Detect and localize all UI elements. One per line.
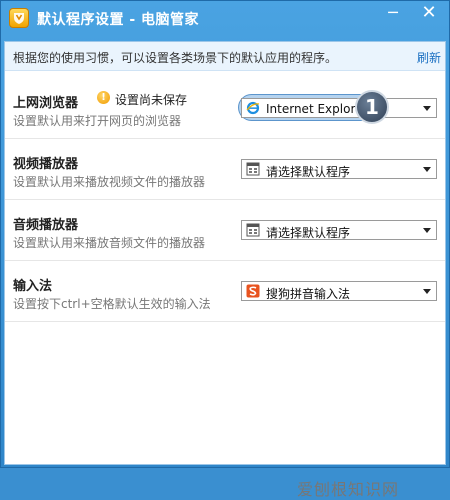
step-badge: 1 [355, 90, 389, 124]
select-value: 请选择默认程序 [266, 226, 351, 240]
row-title: 上网浏览器 [13, 96, 79, 111]
row-description: 设置按下ctrl+空格默认生效的输入法 [13, 297, 211, 311]
input-method-row: 输入法 设置按下ctrl+空格默认生效的输入法 搜狗拼音输入法 [5, 261, 445, 322]
minimize-button[interactable]: ─ [377, 1, 409, 27]
select-value: 搜狗拼音输入法 [266, 287, 351, 301]
sogou-icon [246, 284, 260, 298]
watermark: 爱刨根知识网 [297, 480, 400, 499]
dropdown-arrow-icon[interactable] [423, 167, 431, 172]
select-value: 请选择默认程序 [266, 165, 351, 179]
app-window: 默认程序设置 - 电脑管家 ─ ✕ 根据您的使用习惯，可以设置各类场景下的默认应… [0, 0, 450, 499]
refresh-link[interactable]: 刷新 [417, 49, 441, 66]
unsaved-warning: 设置尚未保存 [115, 93, 188, 107]
select-value: Internet Explorer [266, 102, 368, 116]
shield-logo-icon [9, 8, 29, 28]
dropdown-arrow-icon[interactable] [423, 106, 431, 111]
row-title: 视频播放器 [13, 157, 79, 172]
video-player-select[interactable]: 请选择默认程序 [241, 159, 437, 179]
row-title: 输入法 [13, 279, 53, 294]
video-player-row: 视频播放器 设置默认用来播放视频文件的播放器 请选择默认程序 [5, 139, 445, 200]
app-placeholder-icon [246, 162, 260, 176]
audio-player-row: 音频播放器 设置默认用来播放音频文件的播放器 请选择默认程序 [5, 200, 445, 261]
close-button[interactable]: ✕ [413, 1, 445, 27]
row-title: 音频播放器 [13, 218, 79, 233]
title-bar[interactable]: 默认程序设置 - 电脑管家 ─ ✕ [1, 1, 449, 35]
description-text: 根据您的使用习惯，可以设置各类场景下的默认应用的程序。 [13, 51, 338, 65]
warning-icon: ! [97, 91, 110, 104]
row-description: 设置默认用来打开网页的浏览器 [13, 114, 182, 128]
description-bar: 根据您的使用习惯，可以设置各类场景下的默认应用的程序。 刷新 [5, 42, 445, 71]
window-title: 默认程序设置 - 电脑管家 [37, 12, 200, 28]
app-placeholder-icon [246, 223, 260, 237]
browser-row: 上网浏览器 ! 设置尚未保存 设置默认用来打开网页的浏览器 Internet E… [5, 78, 445, 139]
settings-panel: 根据您的使用习惯，可以设置各类场景下的默认应用的程序。 刷新 上网浏览器 ! 设… [4, 41, 446, 499]
audio-player-select[interactable]: 请选择默认程序 [241, 220, 437, 240]
dropdown-arrow-icon[interactable] [423, 228, 431, 233]
browser-select[interactable]: Internet Explorer [241, 98, 437, 118]
row-description: 设置默认用来播放视频文件的播放器 [13, 175, 206, 189]
row-description: 设置默认用来播放音频文件的播放器 [13, 236, 206, 250]
ie-icon [246, 101, 260, 115]
dropdown-arrow-icon[interactable] [423, 289, 431, 294]
input-method-select[interactable]: 搜狗拼音输入法 [241, 281, 437, 301]
